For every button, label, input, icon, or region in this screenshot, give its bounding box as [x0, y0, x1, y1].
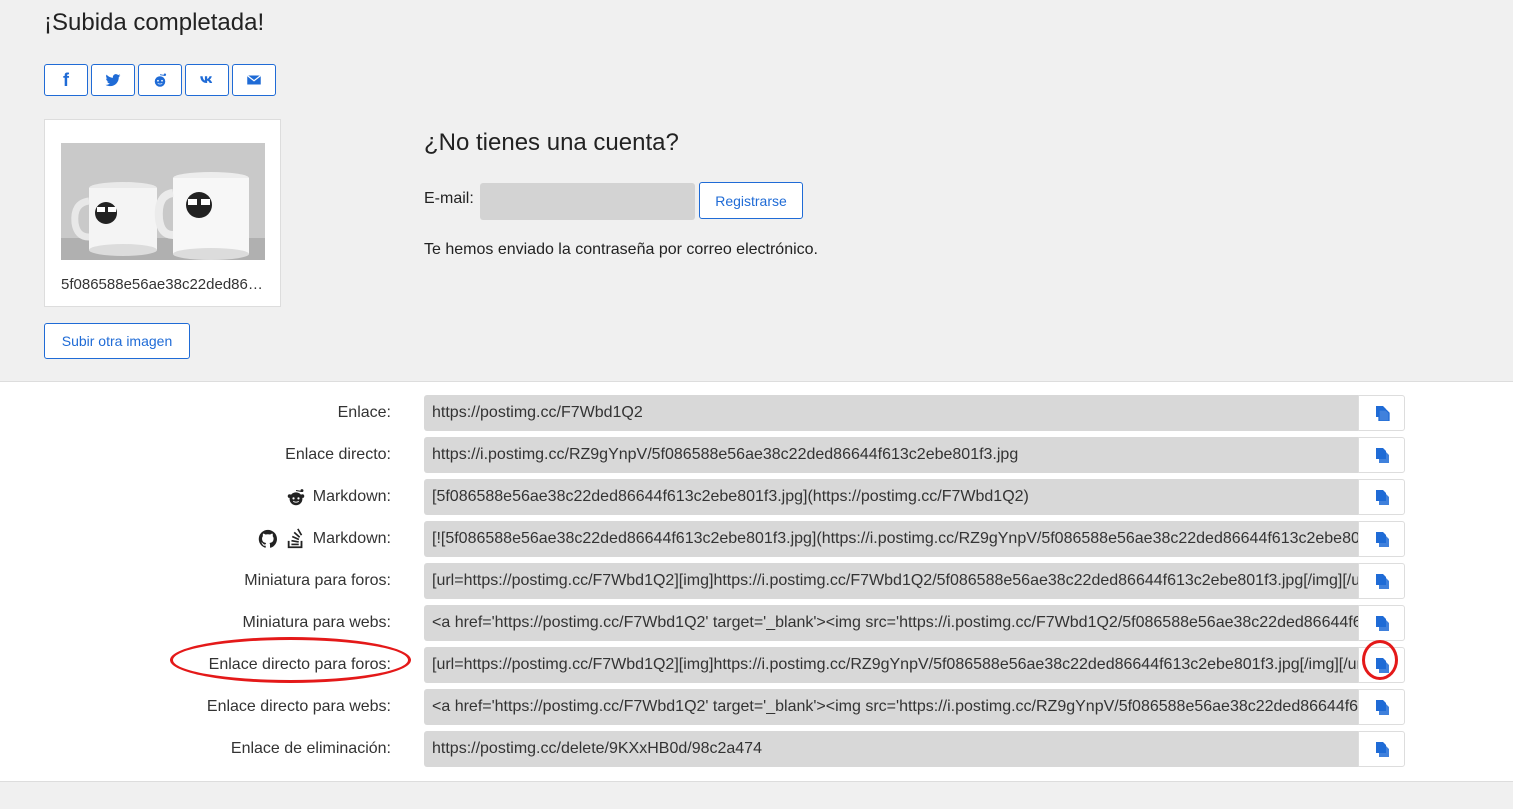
page-title: ¡Subida completada!: [44, 9, 265, 36]
copy-icon: [1375, 700, 1389, 715]
link-row-eliminacion: Enlace de eliminación: https://postimg.c…: [0, 731, 1513, 767]
github-icon: [258, 529, 277, 548]
share-buttons: f: [44, 64, 276, 96]
copy-icon: [1375, 532, 1389, 547]
copy-button[interactable]: [1358, 563, 1405, 599]
copy-icon: [1375, 574, 1389, 589]
link-label: Enlace directo para webs:: [206, 698, 391, 715]
facebook-icon: f: [63, 69, 69, 90]
thumbnail-filename: 5f086588e56ae38c22ded86644f613c2ebe801f3…: [61, 276, 266, 293]
link-label: Markdown:: [312, 530, 391, 547]
mugs-picture: [61, 143, 265, 260]
link-row-enlace: Enlace: https://postimg.cc/F7Wbd1Q2: [0, 395, 1513, 431]
link-row-enlace-directo: Enlace directo: https://i.postimg.cc/RZ9…: [0, 437, 1513, 473]
share-twitter-button[interactable]: [91, 64, 135, 96]
link-row-miniatura-foros: Miniatura para foros: [url=https://posti…: [0, 563, 1513, 599]
link-field[interactable]: [url=https://postimg.cc/F7Wbd1Q2][img]ht…: [424, 563, 1358, 599]
link-row-directo-webs: Enlace directo para webs: <a href='https…: [0, 689, 1513, 725]
link-field[interactable]: [url=https://postimg.cc/F7Wbd1Q2][img]ht…: [424, 647, 1358, 683]
thumbnail-card: 5f086588e56ae38c22ded86644f613c2ebe801f3…: [44, 119, 281, 307]
stackoverflow-icon: [287, 528, 303, 549]
copy-button[interactable]: [1358, 395, 1405, 431]
copy-icon: [1375, 490, 1389, 505]
link-field[interactable]: https://i.postimg.cc/RZ9gYnpV/5f086588e5…: [424, 437, 1358, 473]
link-label: Enlace:: [337, 404, 391, 421]
password-sent-message: Te hemos enviado la contraseña por corre…: [424, 241, 818, 258]
copy-icon: [1375, 616, 1389, 631]
copy-button[interactable]: [1358, 689, 1405, 725]
copy-button[interactable]: [1358, 437, 1405, 473]
account-title: ¿No tienes una cuenta?: [424, 129, 679, 156]
link-row-reddit-markdown: Markdown: [5f086588e56ae38c22ded86644f61…: [0, 479, 1513, 515]
vk-icon: [200, 76, 213, 83]
page-footer-area: [0, 782, 1513, 809]
copy-icon: [1375, 406, 1390, 421]
share-facebook-button[interactable]: f: [44, 64, 88, 96]
copy-button[interactable]: [1358, 521, 1405, 557]
link-label: Enlace directo:: [285, 446, 391, 463]
link-field[interactable]: https://postimg.cc/F7Wbd1Q2: [424, 395, 1358, 431]
link-row-github-markdown: Markdown: [![5f086588e56ae38c22ded86644f…: [0, 521, 1513, 557]
email-label: E-mail:: [424, 190, 474, 207]
highlight-circle-copy-button: [1362, 640, 1398, 680]
link-field[interactable]: https://postimg.cc/delete/9KXxHB0d/98c2a…: [424, 731, 1358, 767]
copy-button[interactable]: [1358, 605, 1405, 641]
upload-another-image-button[interactable]: Subir otra imagen: [44, 323, 190, 359]
share-vk-button[interactable]: [185, 64, 229, 96]
link-field[interactable]: <a href='https://postimg.cc/F7Wbd1Q2' ta…: [424, 689, 1358, 725]
link-field[interactable]: [5f086588e56ae38c22ded86644f613c2ebe801f…: [424, 479, 1358, 515]
email-input[interactable]: [480, 183, 695, 220]
reddit-icon: [287, 489, 304, 506]
register-button[interactable]: Registrarse: [699, 182, 803, 219]
envelope-icon: [246, 75, 262, 85]
image-thumbnail[interactable]: [61, 143, 265, 260]
reddit-icon: [154, 73, 167, 87]
copy-button[interactable]: [1358, 731, 1405, 767]
link-label: Markdown:: [312, 488, 391, 505]
share-reddit-button[interactable]: [138, 64, 182, 96]
share-email-button[interactable]: [232, 64, 276, 96]
links-panel: Enlace: https://postimg.cc/F7Wbd1Q2 Enla…: [0, 381, 1513, 782]
copy-icon: [1375, 742, 1389, 757]
link-label: Enlace de eliminación:: [230, 740, 391, 757]
link-field[interactable]: <a href='https://postimg.cc/F7Wbd1Q2' ta…: [424, 605, 1358, 641]
upload-summary: ¡Subida completada! f 5f086588e56ae38c22…: [0, 0, 1513, 381]
link-label: Miniatura para webs:: [242, 614, 391, 631]
copy-icon: [1375, 448, 1389, 463]
twitter-icon: [105, 74, 121, 87]
link-field[interactable]: [![5f086588e56ae38c22ded86644f613c2ebe80…: [424, 521, 1358, 557]
link-label: Miniatura para foros:: [244, 572, 391, 589]
link-row-miniatura-webs: Miniatura para webs: <a href='https://po…: [0, 605, 1513, 641]
highlight-circle-label: [170, 637, 411, 683]
copy-button[interactable]: [1358, 479, 1405, 515]
